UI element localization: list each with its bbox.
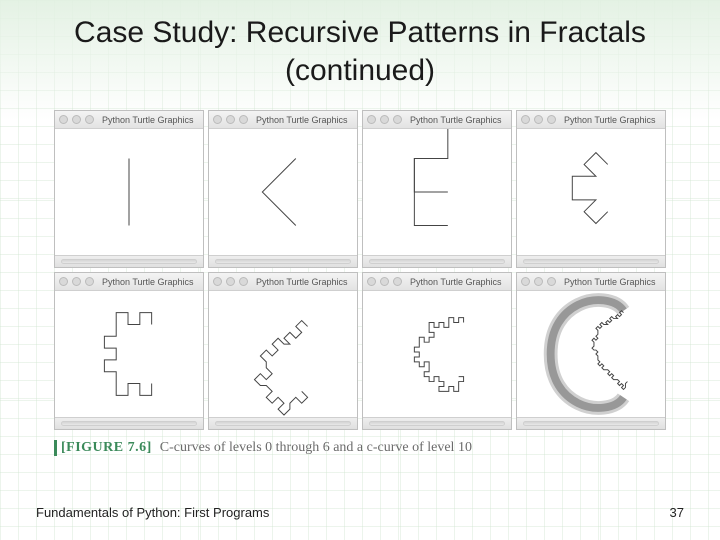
turtle-canvas [517, 291, 665, 417]
turtle-canvas [55, 129, 203, 255]
turtle-canvas [209, 129, 357, 255]
traffic-light-icon [59, 115, 68, 124]
figure-caption: [FIGURE 7.6] C-curves of levels 0 throug… [54, 440, 666, 456]
traffic-light-icon [226, 115, 235, 124]
window-titlebar: Python Turtle Graphics [55, 111, 203, 129]
turtle-window-level-0: Python Turtle Graphics [54, 110, 204, 268]
traffic-light-icon [367, 115, 376, 124]
window-title-label: Python Turtle Graphics [102, 115, 194, 125]
turtle-window-level-3: Python Turtle Graphics [516, 110, 666, 268]
window-title-label: Python Turtle Graphics [410, 115, 502, 125]
turtle-window-level-5: Python Turtle Graphics [208, 272, 358, 430]
traffic-light-icon [534, 115, 543, 124]
window-scrollbar [517, 417, 665, 429]
c-curve-level-2-icon [363, 129, 511, 255]
window-scrollbar [363, 255, 511, 267]
traffic-light-icon [72, 277, 81, 286]
turtle-window-level-1: Python Turtle Graphics [208, 110, 358, 268]
traffic-light-icon [85, 277, 94, 286]
traffic-light-icon [393, 115, 402, 124]
turtle-canvas [363, 291, 511, 417]
window-titlebar: Python Turtle Graphics [209, 273, 357, 291]
c-curve-level-6-icon [363, 291, 511, 417]
c-curve-level-3-icon [517, 129, 665, 255]
window-titlebar: Python Turtle Graphics [517, 111, 665, 129]
turtle-window-level-6: Python Turtle Graphics [362, 272, 512, 430]
turtle-canvas [363, 129, 511, 255]
window-title-label: Python Turtle Graphics [410, 277, 502, 287]
window-titlebar: Python Turtle Graphics [363, 273, 511, 291]
window-scrollbar [517, 255, 665, 267]
window-scrollbar [209, 417, 357, 429]
traffic-light-icon [226, 277, 235, 286]
page-number: 37 [670, 505, 684, 520]
traffic-light-icon [239, 277, 248, 286]
figure-tag: [FIGURE 7.6] [54, 440, 152, 456]
traffic-light-icon [367, 277, 376, 286]
traffic-light-icon [72, 115, 81, 124]
traffic-light-icon [213, 277, 222, 286]
traffic-light-icon [213, 115, 222, 124]
traffic-light-icon [393, 277, 402, 286]
window-title-label: Python Turtle Graphics [256, 115, 348, 125]
slide: Case Study: Recursive Patterns in Fracta… [0, 0, 720, 540]
traffic-light-icon [521, 277, 530, 286]
turtle-canvas [55, 291, 203, 417]
turtle-window-level-10: Python Turtle Graphics [516, 272, 666, 430]
window-scrollbar [209, 255, 357, 267]
c-curve-level-1-icon [209, 129, 357, 255]
window-titlebar: Python Turtle Graphics [517, 273, 665, 291]
window-titlebar: Python Turtle Graphics [209, 111, 357, 129]
traffic-light-icon [534, 277, 543, 286]
traffic-light-icon [521, 115, 530, 124]
window-title-label: Python Turtle Graphics [256, 277, 348, 287]
slide-title: Case Study: Recursive Patterns in Fracta… [0, 0, 720, 89]
traffic-light-icon [547, 115, 556, 124]
window-scrollbar [55, 417, 203, 429]
c-curve-level-0-icon [55, 129, 203, 255]
traffic-light-icon [380, 277, 389, 286]
traffic-light-icon [85, 115, 94, 124]
window-scrollbar [55, 255, 203, 267]
traffic-light-icon [59, 277, 68, 286]
c-curve-level-10-icon [517, 291, 665, 417]
window-scrollbar [363, 417, 511, 429]
turtle-window-level-4: Python Turtle Graphics [54, 272, 204, 430]
window-titlebar: Python Turtle Graphics [55, 273, 203, 291]
c-curve-level-5-icon [209, 291, 357, 417]
window-grid: Python Turtle Graphics Python Turtle Gra… [54, 110, 666, 430]
figure: Python Turtle Graphics Python Turtle Gra… [54, 110, 666, 456]
figure-caption-text: C-curves of levels 0 through 6 and a c-c… [160, 440, 472, 456]
traffic-light-icon [239, 115, 248, 124]
c-curve-level-4-icon [55, 291, 203, 417]
window-title-label: Python Turtle Graphics [102, 277, 194, 287]
window-titlebar: Python Turtle Graphics [363, 111, 511, 129]
turtle-canvas [517, 129, 665, 255]
footer-book-title: Fundamentals of Python: First Programs [36, 505, 269, 520]
window-title-label: Python Turtle Graphics [564, 115, 656, 125]
traffic-light-icon [380, 115, 389, 124]
turtle-canvas [209, 291, 357, 417]
traffic-light-icon [547, 277, 556, 286]
turtle-window-level-2: Python Turtle Graphics [362, 110, 512, 268]
window-title-label: Python Turtle Graphics [564, 277, 656, 287]
